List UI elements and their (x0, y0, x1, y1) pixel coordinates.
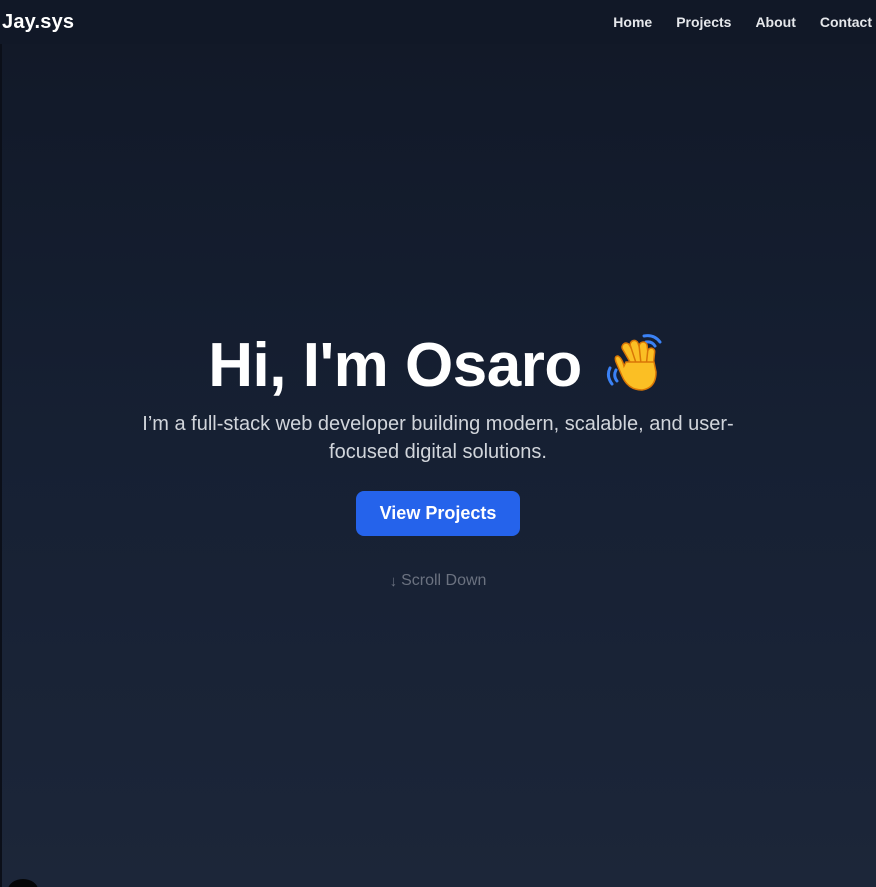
scroll-down-link[interactable]: ↓ Scroll Down (0, 572, 876, 590)
hero-title: Hi, I'm Osaro (0, 330, 876, 402)
nav-link-projects[interactable]: Projects (676, 14, 731, 30)
brand-logo[interactable]: Jay.sys (2, 11, 74, 34)
arrow-down-icon: ↓ (389, 572, 398, 590)
hero-title-text: Hi, I'm Osaro (208, 331, 582, 400)
nav-link-about[interactable]: About (755, 14, 795, 30)
waving-hand-icon (604, 332, 668, 396)
nav-link-home[interactable]: Home (613, 14, 652, 30)
nav-link-contact[interactable]: Contact (820, 14, 872, 30)
navbar: Jay.sys Home Projects About Contact (0, 0, 876, 44)
scroll-down-label: Scroll Down (401, 572, 487, 589)
view-projects-button[interactable]: View Projects (355, 491, 521, 536)
page: Jay.sys Home Projects About Contact Hi, … (0, 0, 876, 887)
hero-subtitle: I’m a full-stack web developer building … (142, 413, 734, 463)
corner-avatar (8, 879, 38, 887)
hero-section: Hi, I'm Osaro I’m a full-stack web devel… (0, 330, 876, 590)
nav-links: Home Projects About Contact (613, 14, 872, 30)
